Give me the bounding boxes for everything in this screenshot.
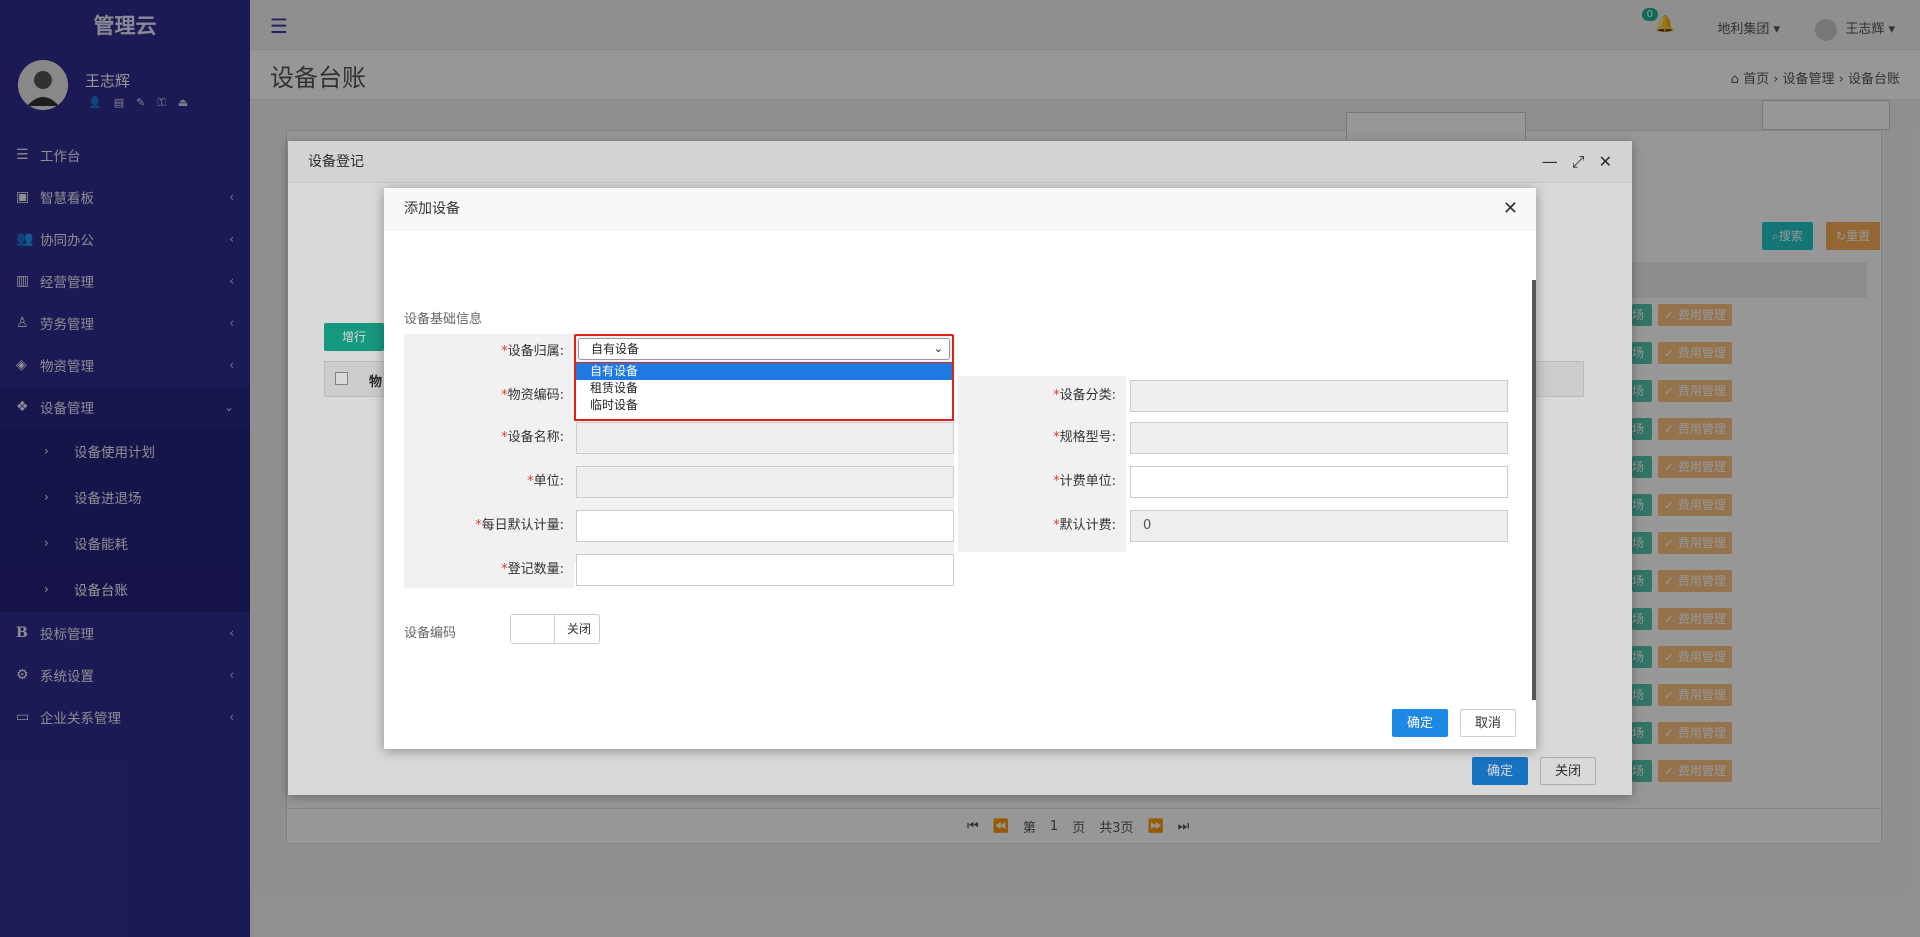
fee-unit-input[interactable] bbox=[1130, 466, 1508, 498]
dialog-title: 添加设备 bbox=[404, 201, 460, 217]
belong-select-area: 自有设备 ⌄ 自有设备 租赁设备 临时设备 bbox=[404, 334, 964, 421]
cancel-button[interactable]: 取消 bbox=[1459, 709, 1516, 737]
dialog-header: 添加设备 ✕ bbox=[384, 188, 1536, 230]
belong-dropdown: 自有设备 租赁设备 临时设备 bbox=[574, 363, 954, 421]
category-input[interactable] bbox=[1130, 380, 1508, 412]
chevron-down-icon: ⌄ bbox=[933, 342, 943, 355]
register-count-input[interactable] bbox=[576, 554, 954, 586]
switch-knob bbox=[511, 615, 555, 643]
confirm-button[interactable]: 确定 bbox=[1391, 709, 1448, 737]
default-fee-input[interactable]: 0 bbox=[1130, 510, 1508, 542]
belong-select-highlight: 自有设备 ⌄ bbox=[574, 334, 954, 364]
equipment-code-label: 设备编码 bbox=[404, 626, 457, 641]
spec-input[interactable] bbox=[1130, 422, 1508, 454]
section-title: 设备基础信息 bbox=[404, 312, 483, 327]
scrollbar[interactable] bbox=[1532, 280, 1536, 700]
unit-input[interactable] bbox=[576, 466, 954, 498]
close-icon[interactable]: ✕ bbox=[1503, 188, 1518, 230]
belong-select[interactable]: 自有设备 ⌄ bbox=[578, 338, 950, 360]
daily-measure-input[interactable] bbox=[576, 510, 954, 542]
switch-label: 关闭 bbox=[566, 622, 591, 636]
equipment-name-input[interactable] bbox=[576, 422, 954, 454]
dropdown-option-temp[interactable]: 临时设备 bbox=[576, 397, 952, 414]
dropdown-option-rented[interactable]: 租赁设备 bbox=[576, 380, 952, 397]
dialog-footer: 确定 取消 bbox=[1391, 709, 1516, 737]
add-equipment-dialog: 添加设备 ✕ 设备基础信息 *设备归属: *物资编码: *设备名称: *单位: … bbox=[384, 188, 1536, 749]
equipment-code-switch[interactable]: 关闭 bbox=[510, 614, 600, 644]
dropdown-option-owned[interactable]: 自有设备 bbox=[576, 363, 952, 380]
